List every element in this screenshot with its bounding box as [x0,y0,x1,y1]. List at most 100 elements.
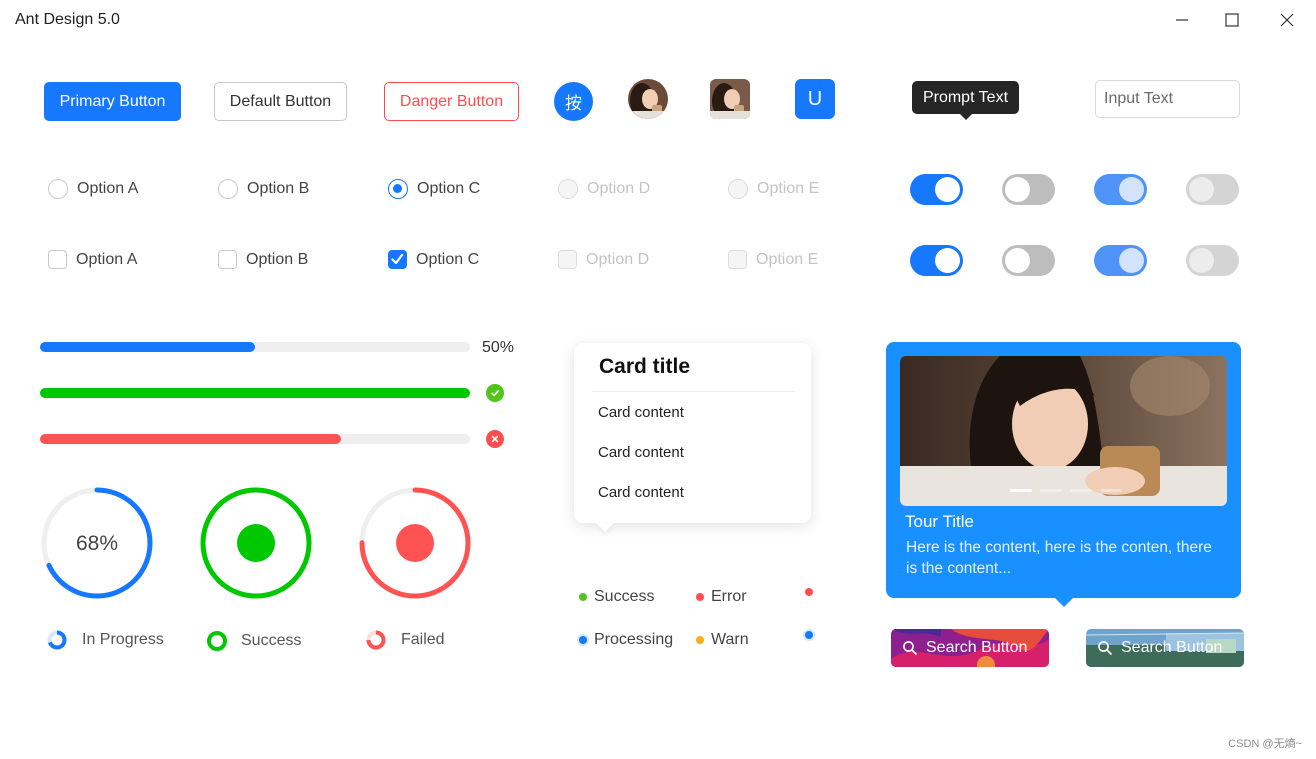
tooltip: Prompt Text [912,81,1019,120]
radio-circle-disabled [728,179,748,199]
checkbox-box[interactable] [218,250,237,269]
checkbox-label: Option C [416,250,480,268]
watermark: CSDN @无熵~ [1228,738,1302,750]
progress-circle-exception [359,487,471,599]
checkbox-label: Option D [586,250,650,268]
search-button-scenery[interactable]: Search Button [1086,629,1244,667]
radio-label: Option C [417,180,481,197]
switch-knob [1005,177,1030,202]
badge-processing: Processing [579,631,673,649]
switch-off[interactable] [1002,174,1055,205]
search-button-content: Search Button [1097,639,1222,657]
status-dot [805,631,813,639]
search-icon [1098,641,1112,655]
badge-label: Processing [594,631,674,648]
switch-on[interactable] [910,174,963,205]
progress-bar-fill [40,388,470,398]
checkbox-option-a[interactable]: Option A [48,250,137,269]
radio-label: Option D [587,180,651,197]
tour-content: Here is the content, here is the conten,… [906,539,1212,577]
radio-circle[interactable] [218,179,238,199]
danger-button[interactable]: Danger Button [384,82,519,121]
legend-failed: Failed [366,630,445,650]
switch-knob [1119,177,1144,202]
radio-circle-disabled [558,179,578,199]
badge-label: Success [594,588,655,605]
search-button-label: Search Button [1121,639,1223,656]
checkbox-option-c[interactable]: Option C [388,250,479,269]
text-input[interactable] [1095,80,1240,118]
progress-bar-success [40,388,470,398]
card: Card title Card content Card content Car… [574,343,811,523]
card-content-item: Card content [598,484,684,501]
progress-bar-fill [40,434,341,444]
tour-image [900,356,1227,506]
switch-off-disabled [1186,174,1239,205]
switch-on-disabled [1094,245,1147,276]
switch-knob [1005,248,1030,273]
checkbox-label: Option A [76,250,138,268]
switch-knob [1189,248,1214,273]
checkbox-label: Option B [246,250,309,268]
default-button[interactable]: Default Button [214,82,347,121]
checkbox-box-disabled [728,250,747,269]
letter-avatar: U [795,79,835,119]
switch-off-disabled [1186,245,1239,276]
checkbox-option-b[interactable]: Option B [218,250,308,269]
card-content-item: Card content [598,404,684,421]
status-dot [696,636,704,644]
badge-dot-blue [805,631,820,639]
minimize-icon[interactable] [1167,8,1197,32]
status-dot [805,588,813,596]
failed-ring-icon [366,630,386,650]
progress-percent-text: 50% [482,339,515,356]
radio-option-d: Option D [558,179,650,199]
radio-circle[interactable] [48,179,68,199]
slide-dot-active[interactable] [1010,489,1032,492]
slide-dot[interactable] [1100,489,1122,492]
search-button-colorful[interactable]: Search Button [891,629,1049,667]
tour-popover: Tour Title Here is the content, here is … [886,342,1241,607]
status-dot [579,636,587,644]
text-avatar: 按 [554,82,593,121]
maximize-icon[interactable] [1217,8,1247,32]
switch-knob [935,248,960,273]
radio-option-a[interactable]: Option A [48,179,138,199]
tour-slide-indicators [1010,489,1122,492]
photo-avatar-round [628,79,668,119]
switch-knob [935,177,960,202]
success-ring-icon [207,631,227,651]
slide-dot[interactable] [1070,489,1092,492]
radio-option-e: Option E [728,179,819,199]
badge-dot-red [805,588,820,596]
legend-in-progress: In Progress [47,630,164,650]
card-divider [592,391,795,392]
primary-button[interactable]: Primary Button [44,82,181,121]
checkbox-box[interactable] [48,250,67,269]
radio-circle-checked[interactable] [388,179,408,199]
close-icon[interactable] [1272,8,1302,32]
checkbox-option-e: Option E [728,250,818,269]
window-title: Ant Design 5.0 [15,11,120,28]
card-content-item: Card content [598,444,684,461]
radio-option-b[interactable]: Option B [218,179,309,199]
radio-label: Option A [77,180,139,197]
radio-option-c[interactable]: Option C [388,179,480,199]
progress-bar-normal [40,342,470,352]
loading-ring-icon [47,630,67,650]
switch-off[interactable] [1002,245,1055,276]
check-circle-icon [486,384,504,402]
checkbox-label: Option E [756,250,819,268]
window-titlebar: Ant Design 5.0 [0,0,1316,42]
radio-label: Option B [247,180,310,197]
switch-on-disabled [1094,174,1147,205]
tour-title: Tour Title [905,512,974,531]
switch-on[interactable] [910,245,963,276]
close-circle-icon [486,430,504,448]
search-button-label: Search Button [926,639,1028,656]
slide-dot[interactable] [1040,489,1062,492]
checkbox-box-checked[interactable] [388,250,407,269]
progress-bar-exception [40,434,470,444]
badge-label: Warn [711,631,749,648]
badge-label: Error [711,588,747,605]
